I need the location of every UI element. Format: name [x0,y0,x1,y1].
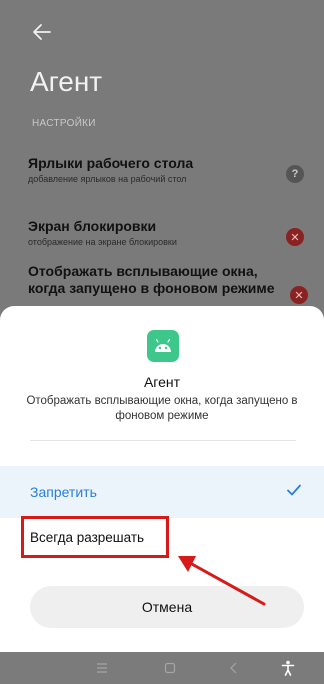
home-icon[interactable] [162,660,178,676]
system-navbar [0,652,324,684]
deny-icon: ✕ [286,228,304,246]
page-title: Агент [30,66,103,97]
permission-bottom-sheet: Агент Отображать всплывающие окна, когда… [0,306,324,652]
setting-title: Экран блокировки [28,218,157,234]
accessibility-icon[interactable] [280,660,296,676]
setting-lock-screen[interactable]: Экран блокировки отображение на экране б… [28,218,304,247]
setting-subtitle: отображение на экране блокировки [28,237,177,247]
menu-icon[interactable] [94,660,110,676]
setting-background-popups[interactable]: Отображать всплывающие окна, когда запущ… [28,263,278,297]
setting-subtitle: добавление ярлыков на рабочий стол [28,174,187,184]
option-deny-label: Запретить [30,484,97,500]
arrow-left-icon[interactable] [30,20,54,44]
android-icon [147,330,179,362]
setting-desktop-shortcuts[interactable]: Ярлыки рабочего стола добавление ярлыков… [28,155,304,184]
cancel-button[interactable]: Отмена [30,586,304,628]
permission-description: Отображать всплывающие окна, когда запущ… [26,395,298,422]
help-icon: ? [286,165,304,183]
check-icon [287,484,301,496]
back-icon[interactable] [226,660,242,676]
deny-icon: ✕ [290,286,308,304]
section-label: НАСТРОЙКИ [32,118,96,129]
setting-title: Ярлыки рабочего стола [28,155,194,171]
app-name: Агент [143,374,181,390]
setting-title: Отображать всплывающие окна, когда запущ… [28,263,275,296]
option-deny[interactable]: Запретить [0,466,324,518]
divider [30,440,296,441]
annotation-highlight-box [21,516,169,558]
